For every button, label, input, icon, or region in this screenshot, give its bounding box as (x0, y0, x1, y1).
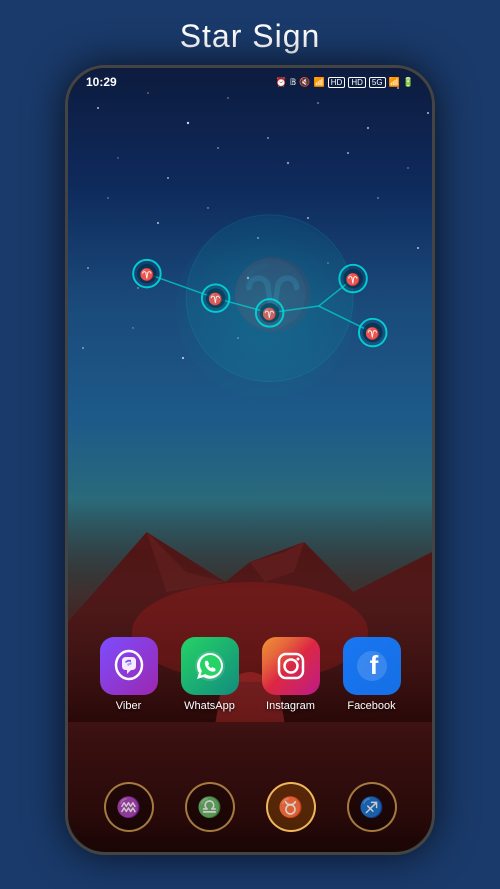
sagittarius-symbol: ♐ (359, 795, 384, 820)
app-item-viber[interactable]: Viber (100, 637, 158, 712)
page-title: Star Sign (0, 18, 500, 55)
status-icons: ⏰ 𝔹 🔇 📶 HD HD 5G 📶 🔋 (276, 77, 414, 88)
mute-icon: 🔇 (299, 77, 310, 88)
whatsapp-label: WhatsApp (184, 700, 235, 712)
app-item-instagram[interactable]: Instagram (262, 637, 320, 712)
dock-item-libra[interactable]: ♎ (185, 782, 235, 832)
alarm-icon: ⏰ (276, 77, 287, 88)
wifi-icon: 📶 (314, 77, 325, 88)
dock-item-sagittarius[interactable]: ♐ (347, 782, 397, 832)
taurus-symbol: ♉ (278, 795, 303, 820)
svg-text:f: f (369, 650, 378, 680)
bluetooth-icon: 𝔹 (290, 77, 297, 88)
hd2-badge: HD (348, 77, 366, 88)
status-bar: 10:29 ⏰ 𝔹 🔇 📶 HD HD 5G 📶 🔋 (68, 68, 432, 96)
svg-text:♈: ♈ (346, 272, 361, 286)
constellation-svg: ♈ ♈ ♈ ♈ (88, 148, 412, 468)
phone-screen: 10:29 ⏰ 𝔹 🔇 📶 HD HD 5G 📶 🔋 (68, 68, 432, 852)
whatsapp-icon[interactable] (181, 637, 239, 695)
app-grid: Viber WhatsApp (68, 637, 432, 712)
facebook-label: Facebook (347, 700, 395, 712)
battery-icon: 🔋 (403, 77, 414, 88)
5g-badge: 5G (369, 77, 386, 88)
svg-text:♈: ♈ (365, 326, 380, 340)
app-item-whatsapp[interactable]: WhatsApp (181, 637, 239, 712)
libra-symbol: ♎ (197, 795, 222, 820)
instagram-icon[interactable] (262, 637, 320, 695)
facebook-icon[interactable]: f (343, 637, 401, 695)
constellation-area: ♈ ♈ ♈ ♈ (88, 148, 412, 468)
viber-label: Viber (116, 700, 141, 712)
dock-item-aquarius[interactable]: ♒ (104, 782, 154, 832)
svg-text:♈: ♈ (140, 268, 155, 282)
hd-badge: HD (328, 77, 346, 88)
phone-frame: 10:29 ⏰ 𝔹 🔇 📶 HD HD 5G 📶 🔋 (65, 65, 435, 855)
app-item-facebook[interactable]: f Facebook (343, 637, 401, 712)
svg-text:♈: ♈ (262, 307, 277, 321)
svg-text:♈: ♈ (208, 292, 223, 306)
viber-icon[interactable] (100, 637, 158, 695)
bottom-dock: ♒ ♎ ♉ ♐ (68, 782, 432, 832)
status-time: 10:29 (86, 75, 117, 89)
instagram-label: Instagram (266, 700, 315, 712)
signal-icon: 📶 (389, 77, 400, 88)
dock-item-taurus[interactable]: ♉ (266, 782, 316, 832)
aquarius-symbol: ♒ (116, 795, 141, 820)
